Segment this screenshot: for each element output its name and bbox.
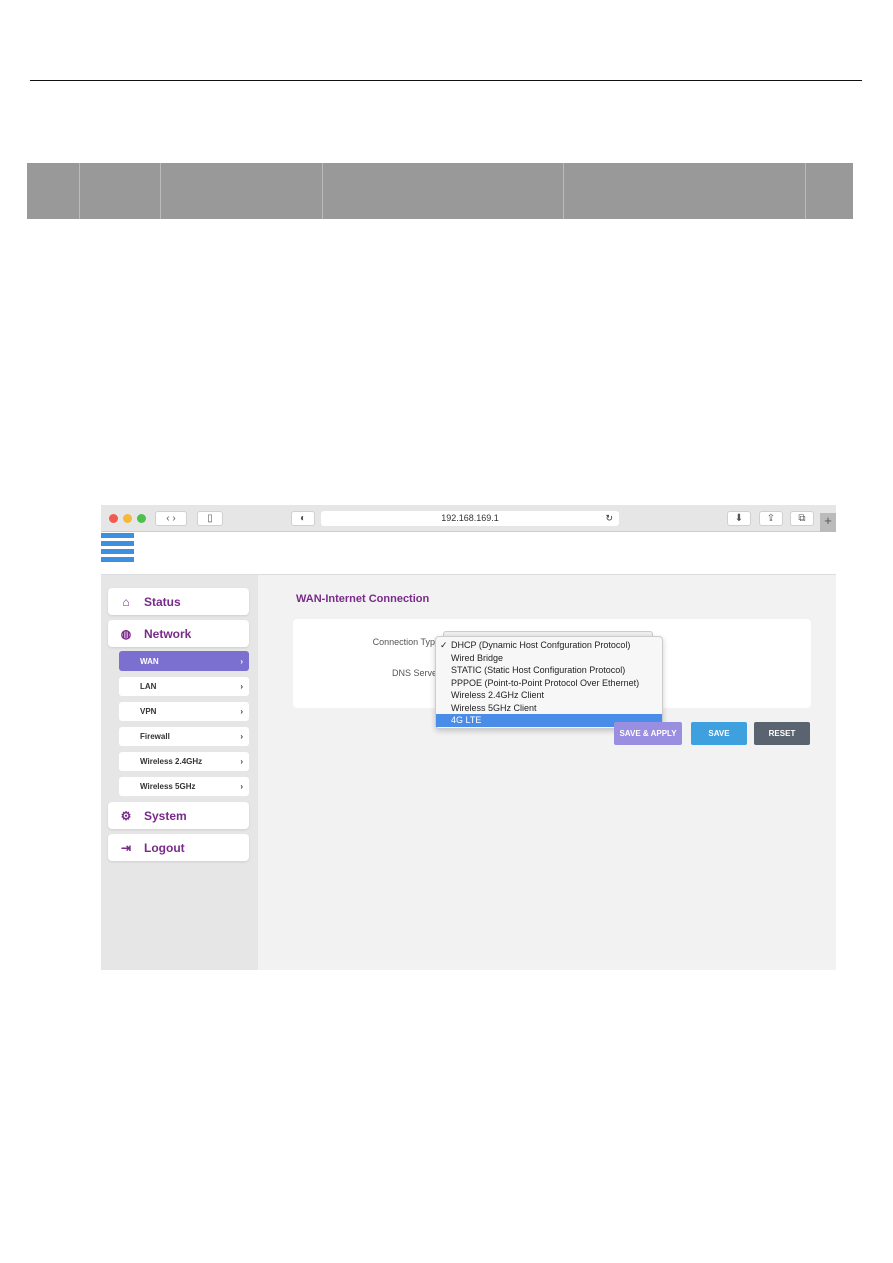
sidebar-item-label: Network [144, 626, 192, 641]
tabs-icon[interactable]: ⧉ [790, 511, 814, 526]
sidebar-item-system[interactable]: ⚙ System [108, 802, 249, 829]
back-forward-button[interactable]: ‹ › [155, 511, 187, 526]
router-screenshot: ‹ › ▯ ◐ 192.168.169.1 ↻ ⬇ ⇪ ⧉ + ⌂ Status ◍… [101, 505, 836, 970]
sub-label: WAN [140, 656, 159, 666]
sub-label: VPN [140, 707, 157, 716]
option-wired-bridge[interactable]: Wired Bridge [436, 652, 662, 665]
sidebar-sub-wan[interactable]: WAN › [119, 651, 249, 671]
option-label: DHCP (Dynamic Host Confguration Protocol… [451, 640, 631, 650]
connection-type-label: Connection Type [372, 637, 440, 647]
chevron-right-icon: › [240, 707, 243, 716]
option-static[interactable]: STATIC (Static Host Configuration Protoc… [436, 664, 662, 677]
sidebar-item-label: Status [144, 594, 181, 609]
sidebar-sub-firewall[interactable]: Firewall › [119, 727, 249, 746]
logo-bar-2 [101, 541, 134, 546]
option-wireless-24-client[interactable]: Wireless 2.4GHz Client [436, 689, 662, 702]
option-wireless-5-client[interactable]: Wireless 5GHz Client [436, 702, 662, 715]
dns-server-label: DNS Server [391, 668, 440, 678]
page-title: WAN-Internet Connection [296, 593, 430, 605]
reload-icon[interactable]: ↻ [605, 511, 613, 526]
sidebar-item-status[interactable]: ⌂ Status [108, 588, 249, 615]
sidebar-toggle-icon[interactable]: ▯ [197, 511, 223, 526]
logout-icon: ⇥ [120, 840, 132, 855]
connection-type-dropdown[interactable]: ✓ DHCP (Dynamic Host Confguration Protoco… [435, 636, 663, 729]
logo-icon [101, 533, 134, 538]
table-header [27, 163, 853, 219]
minimize-window-icon[interactable] [123, 514, 132, 523]
share-icon[interactable]: ⇪ [759, 511, 783, 526]
sidebar-item-label: Logout [144, 840, 185, 855]
home-icon: ⌂ [122, 594, 130, 609]
chevron-right-icon: › [240, 682, 243, 691]
chevron-right-icon: › [240, 732, 243, 741]
gears-icon: ⚙ [120, 808, 132, 823]
sidebar-sub-lan[interactable]: LAN › [119, 677, 249, 696]
reset-button[interactable]: RESET [754, 722, 810, 745]
sidebar-sub-wireless-5[interactable]: Wireless 5GHz › [119, 777, 249, 796]
download-icon[interactable]: ⬇ [727, 511, 751, 526]
header-rule [30, 80, 862, 81]
logo-bar-3 [101, 549, 134, 554]
browser-toolbar: ‹ › ▯ ◐ 192.168.169.1 ↻ ⬇ ⇪ ⧉ + [101, 505, 836, 532]
sidebar-item-logout[interactable]: ⇥ Logout [108, 834, 249, 861]
save-button[interactable]: SAVE [691, 722, 747, 745]
url-text: 192.168.169.1 [441, 513, 499, 523]
new-tab-icon[interactable]: + [820, 513, 836, 532]
logo-bar-4 [101, 557, 134, 562]
option-dhcp[interactable]: ✓ DHCP (Dynamic Host Confguration Protoco… [436, 639, 662, 652]
sub-label: Wireless 5GHz [140, 782, 196, 791]
sidebar-sub-wireless-24[interactable]: Wireless 2.4GHz › [119, 752, 249, 771]
sub-label: Firewall [140, 732, 170, 741]
url-bar[interactable]: 192.168.169.1 ↻ [321, 511, 619, 526]
sidebar-item-network[interactable]: ◍ Network [108, 620, 249, 647]
sub-label: LAN [140, 682, 157, 691]
logo-bar [101, 532, 836, 575]
maximize-window-icon[interactable] [137, 514, 146, 523]
sidebar-item-label: System [144, 808, 187, 823]
sub-label: Wireless 2.4GHz [140, 757, 203, 766]
sidebar-sub-vpn[interactable]: VPN › [119, 702, 249, 721]
sidebar: ⌂ Status ◍ Network WAN › LAN › VPN › Firewall… [101, 575, 258, 970]
chevron-right-icon: › [240, 782, 243, 791]
option-pppoe[interactable]: PPPOE (Point-to-Point Protocol Over Ethe… [436, 677, 662, 690]
globe-icon: ◍ [120, 626, 132, 641]
shield-icon[interactable]: ◐ [291, 511, 315, 526]
checkmark-icon: ✓ [440, 640, 448, 650]
close-window-icon[interactable] [109, 514, 118, 523]
chevron-right-icon: › [240, 656, 243, 666]
chevron-right-icon: › [240, 757, 243, 766]
save-apply-button[interactable]: SAVE & APPLY [614, 722, 682, 745]
